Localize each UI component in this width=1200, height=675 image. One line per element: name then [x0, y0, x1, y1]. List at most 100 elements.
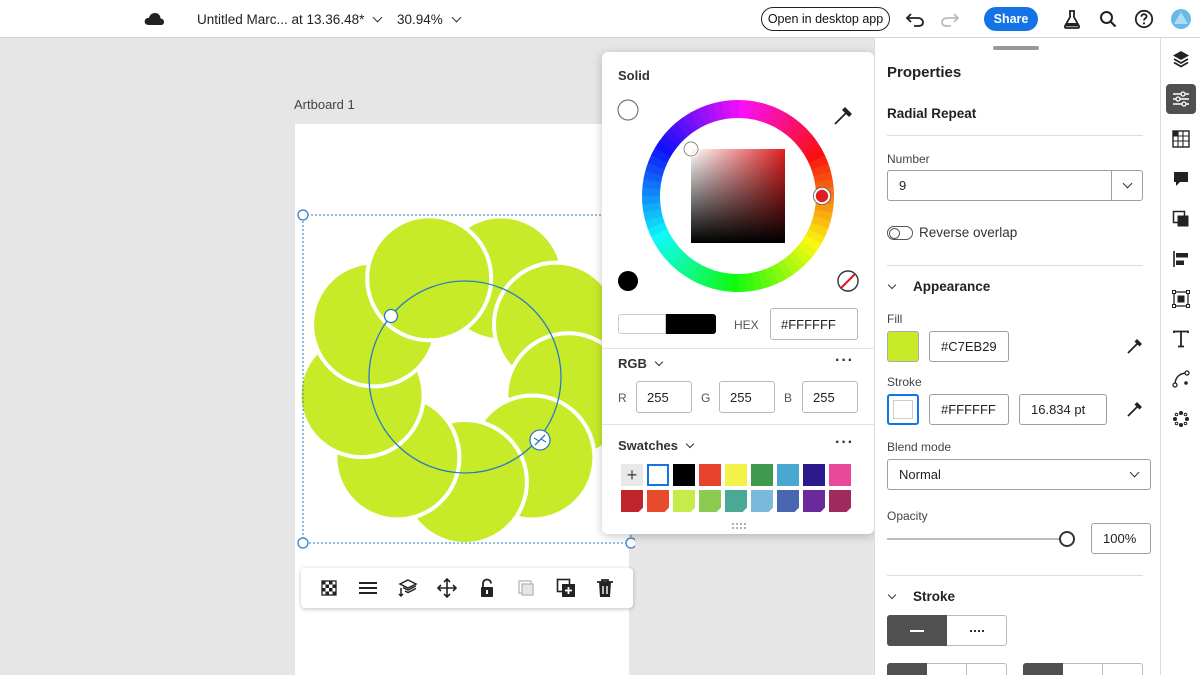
no-color-icon[interactable]: [837, 270, 859, 292]
more-options-icon[interactable]: ···: [835, 352, 854, 370]
comments-icon[interactable]: [1166, 164, 1196, 194]
color-swatch[interactable]: [621, 490, 643, 512]
beaker-icon[interactable]: [1060, 7, 1084, 31]
hue-ring-segment: [729, 100, 740, 119]
g-input[interactable]: 255: [719, 381, 775, 413]
opacity-input[interactable]: 100%: [1091, 523, 1151, 554]
color-swatch[interactable]: [829, 464, 851, 486]
open-in-desktop-app-button[interactable]: Open in desktop app: [761, 7, 890, 31]
stroke-cap-round-button[interactable]: [1063, 663, 1103, 675]
resize-handle[interactable]: [297, 209, 309, 221]
color-swatch[interactable]: [777, 464, 799, 486]
stroke-section-toggle[interactable]: Stroke: [887, 589, 955, 604]
eyedropper-icon[interactable]: [834, 107, 852, 125]
black-color-chip[interactable]: [618, 271, 638, 291]
undo-icon[interactable]: [903, 7, 927, 31]
more-options-icon[interactable]: ···: [835, 434, 854, 452]
share-button[interactable]: Share: [984, 7, 1038, 31]
repeat-effects-icon[interactable]: [1166, 404, 1196, 434]
white-color-chip[interactable]: [617, 99, 639, 121]
path-icon[interactable]: [1166, 364, 1196, 394]
text-icon[interactable]: [1166, 324, 1196, 354]
unlock-icon[interactable]: [475, 576, 499, 600]
checkerboard-icon[interactable]: [317, 576, 341, 600]
stroke-cap-butt-button[interactable]: [1023, 663, 1063, 675]
move-icon[interactable]: [435, 576, 459, 600]
color-swatch[interactable]: [725, 464, 747, 486]
radial-angle-handle-icon[interactable]: [529, 429, 551, 451]
user-avatar[interactable]: [1169, 7, 1193, 31]
copy-pages-icon[interactable]: [1166, 204, 1196, 234]
popover-resize-grip-icon[interactable]: [731, 522, 749, 531]
resize-handle[interactable]: [297, 537, 309, 549]
number-dropdown-button[interactable]: [1111, 170, 1143, 201]
color-swatch[interactable]: [699, 490, 721, 512]
zoom-dropdown[interactable]: 30.94%: [397, 0, 462, 38]
redo-icon[interactable]: [938, 7, 962, 31]
help-icon[interactable]: [1132, 7, 1156, 31]
b-input[interactable]: 255: [802, 381, 858, 413]
solid-stroke-button[interactable]: [887, 615, 947, 646]
delete-icon[interactable]: [593, 576, 617, 600]
color-swatch[interactable]: [829, 490, 851, 512]
color-swatch[interactable]: [673, 490, 695, 512]
color-swatch[interactable]: [673, 464, 695, 486]
rgb-section-toggle[interactable]: RGB: [618, 356, 664, 371]
stroke-align-center-button[interactable]: [927, 663, 967, 675]
color-mode-label: Solid: [618, 68, 650, 83]
color-swatch[interactable]: [699, 464, 721, 486]
reverse-overlap-toggle[interactable]: [887, 226, 913, 240]
panel-drag-handle[interactable]: [993, 46, 1039, 50]
eyedropper-icon[interactable]: [1125, 336, 1145, 356]
swatches-section-toggle[interactable]: Swatches: [618, 438, 695, 453]
stroke-color-swatch[interactable]: [887, 394, 919, 425]
color-swatch[interactable]: [751, 490, 773, 512]
color-swatch[interactable]: [647, 464, 669, 486]
color-swatch[interactable]: [647, 490, 669, 512]
stroke-cap-square-button[interactable]: [1103, 663, 1143, 675]
color-swatch[interactable]: [725, 490, 747, 512]
fill-hex-input[interactable]: #C7EB29: [929, 331, 1009, 362]
layers-icon[interactable]: [1166, 44, 1196, 74]
search-icon[interactable]: [1096, 7, 1120, 31]
radial-repeat-shape[interactable]: [290, 205, 635, 550]
number-input[interactable]: 9: [887, 170, 1112, 201]
color-swatch[interactable]: [751, 464, 773, 486]
radial-handle[interactable]: [383, 308, 399, 324]
properties-icon[interactable]: [1166, 84, 1196, 114]
opacity-slider-handle[interactable]: [1059, 531, 1075, 547]
color-swatch[interactable]: [777, 490, 799, 512]
stroke-align-outside-button[interactable]: [967, 663, 1007, 675]
appearance-section-toggle[interactable]: Appearance: [887, 279, 990, 294]
hex-input[interactable]: #FFFFFF: [770, 308, 858, 340]
arrange-layers-icon[interactable]: [396, 576, 420, 600]
color-wheel-area[interactable]: [602, 92, 874, 302]
add-swatch-button[interactable]: +: [621, 464, 643, 486]
group-icon[interactable]: [514, 576, 538, 600]
fill-color-swatch[interactable]: [887, 331, 919, 362]
hue-handle[interactable]: [813, 187, 831, 205]
creative-cloud-icon[interactable]: [143, 0, 165, 38]
context-toolbar: [301, 568, 633, 608]
menu-lines-icon[interactable]: [356, 576, 380, 600]
color-swatch[interactable]: [803, 490, 825, 512]
stroke-align-inside-button[interactable]: [887, 663, 927, 675]
eyedropper-icon[interactable]: [1125, 399, 1145, 419]
chevron-down-icon: [887, 590, 897, 600]
dashed-stroke-button[interactable]: [947, 615, 1007, 646]
transform-icon[interactable]: [1166, 284, 1196, 314]
opacity-slider-track[interactable]: [887, 538, 1059, 540]
align-left-icon[interactable]: [1166, 244, 1196, 274]
document-title-dropdown[interactable]: Untitled Marc... at 13.36.48*: [197, 0, 383, 38]
artboard-label[interactable]: Artboard 1: [294, 97, 355, 112]
duplicate-icon[interactable]: [554, 576, 578, 600]
chevron-down-icon: [887, 280, 897, 290]
grid-icon[interactable]: [1166, 124, 1196, 154]
color-swatch[interactable]: [803, 464, 825, 486]
blend-mode-select[interactable]: Normal: [887, 459, 1151, 490]
radial-repeat-petals[interactable]: [297, 214, 633, 546]
stroke-weight-input[interactable]: 16.834 pt: [1019, 394, 1107, 425]
stroke-hex-input[interactable]: #FFFFFF: [929, 394, 1009, 425]
r-input[interactable]: 255: [636, 381, 692, 413]
resize-handle[interactable]: [625, 537, 635, 549]
